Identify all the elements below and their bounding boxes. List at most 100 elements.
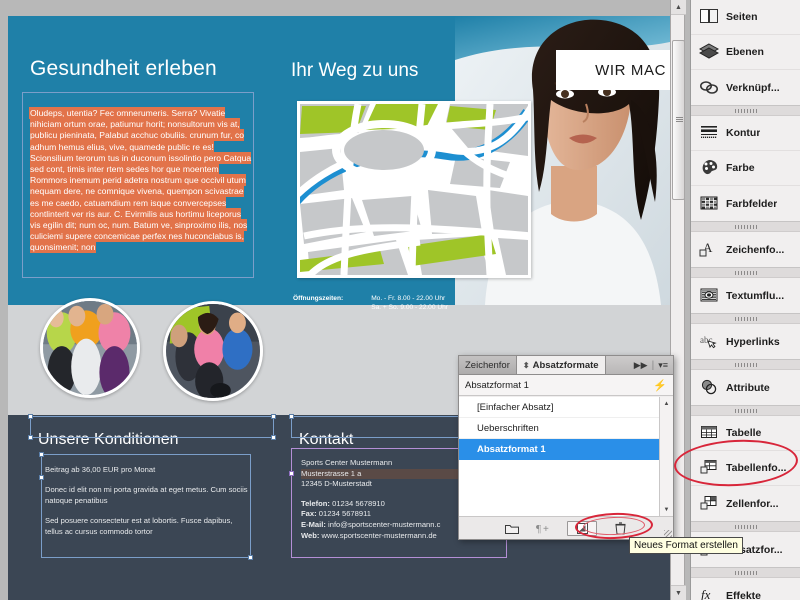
new-style-group-icon[interactable]: [503, 521, 521, 536]
dock-group-grip[interactable]: [691, 360, 800, 370]
kontakt-email-label: E-Mail:: [301, 519, 326, 529]
style-row-ueberschriften[interactable]: Ueberschriften: [459, 418, 659, 439]
attributes-icon: [699, 378, 719, 398]
style-list[interactable]: [Einfacher Absatz] Ueberschriften Absatz…: [459, 397, 659, 516]
map-image-frame[interactable]: [297, 101, 531, 278]
dock-item-tabelle[interactable]: Tabelle: [691, 416, 800, 451]
kontakt-fax: 01234 5678911: [318, 509, 371, 519]
new-style-from-selection-icon[interactable]: ¶ +: [535, 521, 553, 536]
panel-menu-icon[interactable]: ▾≡: [658, 360, 668, 371]
konditionen-text-frame[interactable]: Beitrag ab 36,00 EUR pro Monat Donec id …: [45, 464, 250, 546]
scrollbar-thumb[interactable]: [672, 40, 685, 200]
konditionen-line-1: Donec id elit non mi porta gravida at eg…: [45, 485, 248, 505]
dock-item-verknpf[interactable]: Verknüpf...: [691, 70, 800, 105]
dock-item-label: Zellenfor...: [726, 497, 779, 510]
dock-group-2: A Zeichenfo...: [691, 222, 800, 268]
style-row-einfacher-absatz[interactable]: [Einfacher Absatz]: [459, 397, 659, 418]
tooltip-text: Neues Format erstellen: [634, 540, 738, 551]
divider: |: [651, 359, 655, 371]
dock-item-zellenfor[interactable]: Zellenfor...: [691, 486, 800, 521]
style-list-scrollbar[interactable]: ▲ ▼: [659, 397, 673, 516]
dock-item-textumflu[interactable]: Textumflu...: [691, 278, 800, 313]
dock-group-grip[interactable]: [691, 106, 800, 116]
new-style-icon[interactable]: [567, 520, 597, 536]
grip-dots-icon: [734, 108, 757, 113]
quick-apply-icon[interactable]: ⚡: [653, 379, 667, 392]
stroke-icon: [699, 123, 719, 143]
dock-item-label: Textumflu...: [726, 289, 785, 302]
hours-line-2: Sa. + So. 9.00 - 22.00 Uhr: [371, 304, 448, 311]
dock-item-attribute[interactable]: Attribute: [691, 370, 800, 405]
konditionen-line-0: Beitrag ab 36,00 EUR pro Monat: [45, 465, 156, 474]
tab-paragraph-styles-label: Absatzformate: [532, 359, 599, 371]
dock-group-8: fx Effekte: [691, 568, 800, 600]
dock-group-grip[interactable]: [691, 314, 800, 324]
style-name: [Einfacher Absatz]: [477, 401, 554, 413]
kontakt-web: www.sportscenter-mustermann.de: [321, 530, 437, 540]
hyperlinks-icon: abc: [699, 332, 719, 352]
style-name: Absatzformat 1: [477, 444, 546, 455]
scroll-up-arrow[interactable]: ▲: [671, 0, 686, 15]
heading-gesundheit-erleben[interactable]: Gesundheit erleben: [30, 57, 217, 81]
current-style-field[interactable]: Absatzformat 1 ⚡: [459, 375, 673, 396]
dock-item-label: Seiten: [726, 11, 758, 23]
dock-item-zeichenfo[interactable]: A Zeichenfo...: [691, 232, 800, 267]
panel-tab-bar[interactable]: Zeichenfor ⬍ Absatzformate ▶▶ | ▾≡: [459, 356, 673, 375]
dock-group-6: Tabelle Tabellenfo... Zellenfor...: [691, 406, 800, 522]
photo-circle-spinning-class[interactable]: [163, 301, 263, 401]
heading-ihr-weg-zu-uns[interactable]: Ihr Weg zu uns: [291, 60, 418, 82]
kontakt-email: info@sportscenter-mustermann.c: [328, 519, 441, 529]
photo-circle-gym-training[interactable]: [40, 298, 140, 398]
effects-icon: fx: [699, 586, 719, 600]
dock-item-effekte[interactable]: fx Effekte: [691, 578, 800, 600]
dock-group-4: abc Hyperlinks: [691, 314, 800, 360]
table-styles-icon: [699, 458, 719, 478]
body-copy-text: Oludeps, utentia? Fec omnerumeris. Serra…: [30, 108, 252, 253]
heading-kontakt[interactable]: Kontakt: [299, 431, 353, 449]
grip-dots-icon: [734, 316, 757, 321]
tab-paragraph-styles[interactable]: ⬍ Absatzformate: [516, 356, 606, 374]
dock-item-label: Farbfelder: [726, 197, 778, 210]
panel-footer[interactable]: ¶ +: [459, 516, 673, 539]
dock-item-tabellenfo[interactable]: Tabellenfo...: [691, 451, 800, 486]
cell-styles-icon: [699, 494, 719, 514]
list-scroll-down-icon[interactable]: ▼: [660, 503, 673, 516]
banner-text: WIR MAC: [595, 61, 666, 79]
collapse-panel-icon[interactable]: ▶▶: [634, 360, 648, 371]
map-image: [300, 104, 528, 275]
dock-group-grip[interactable]: [691, 522, 800, 532]
scroll-down-arrow[interactable]: ▼: [671, 585, 686, 600]
dock-group-grip[interactable]: [691, 406, 800, 416]
delete-style-icon[interactable]: [611, 521, 629, 536]
dock-item-farbfelder[interactable]: Farbfelder: [691, 186, 800, 221]
dock-item-ebenen[interactable]: Ebenen: [691, 35, 800, 70]
dock-group-grip[interactable]: [691, 222, 800, 232]
dock-item-seiten[interactable]: Seiten: [691, 0, 800, 35]
opening-hours[interactable]: Öffnungszeiten: Mo. - Fr. 8.00 - 22.00 U…: [293, 294, 448, 312]
hours-label: Öffnungszeiten:: [293, 295, 344, 302]
panel-dock[interactable]: Seiten Ebenen Verknüpf... Kontur Farbe Farbfe…: [690, 0, 800, 600]
dock-group-grip[interactable]: [691, 268, 800, 278]
tab-character-styles[interactable]: Zeichenfor: [459, 356, 517, 374]
dock-item-farbe[interactable]: Farbe: [691, 151, 800, 186]
kontakt-phone: 01234 5678910: [332, 498, 385, 508]
panel-tab-controls[interactable]: ▶▶ | ▾≡: [630, 356, 673, 374]
drag-handle-icon[interactable]: ⬍: [523, 361, 530, 370]
dock-item-label: Tabelle: [726, 427, 762, 439]
dock-group-1: Kontur Farbe Farbfelder: [691, 106, 800, 222]
grip-dots-icon: [734, 570, 757, 575]
dock-item-label: Effekte: [726, 589, 762, 600]
dock-group-grip[interactable]: [691, 568, 800, 578]
list-scroll-up-icon[interactable]: ▲: [660, 397, 673, 410]
grip-dots-icon: [734, 362, 757, 367]
dock-item-hyperlinks[interactable]: abc Hyperlinks: [691, 324, 800, 359]
dock-item-label: Ebenen: [726, 46, 764, 58]
paragraph-styles-panel[interactable]: Zeichenfor ⬍ Absatzformate ▶▶ | ▾≡ Absat…: [458, 355, 674, 540]
body-copy-selected[interactable]: Oludeps, utentia? Fec omnerumeris. Serra…: [30, 108, 252, 254]
dock-item-kontur[interactable]: Kontur: [691, 116, 800, 151]
heading-unsere-konditionen[interactable]: Unsere Konditionen: [38, 431, 179, 449]
konditionen-line-2: Sed posuere consectetur est at lobortis.…: [45, 516, 233, 536]
grip-dots-icon: [734, 524, 757, 529]
svg-text:+: +: [543, 524, 549, 534]
style-row-absatzformat-1[interactable]: Absatzformat 1: [459, 439, 659, 460]
